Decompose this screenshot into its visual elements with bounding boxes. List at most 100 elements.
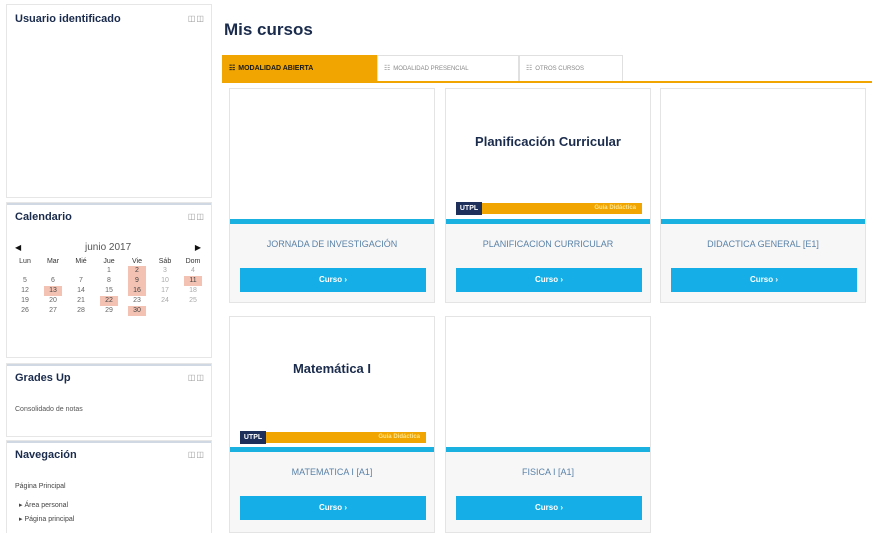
calendar-day[interactable]: 10	[151, 276, 179, 286]
course-name[interactable]: MATEMATICA I [A1]	[230, 467, 434, 477]
calendar-day[interactable]: 7	[67, 276, 95, 286]
calendar-day-number: 20	[49, 297, 57, 304]
course-tabs: ☷ MODALIDAD ABIERTA ☷ MODALIDAD PRESENCIAL…	[222, 55, 872, 83]
calendar-day[interactable]: 9	[123, 276, 151, 286]
calendar-day[interactable]: 11	[179, 276, 207, 286]
course-card[interactable]: JORNADA DE INVESTIGACIÓN Curso ›	[229, 88, 435, 303]
calendar-day-number: 21	[77, 297, 85, 304]
calendar-weekday: Lun	[19, 257, 31, 265]
block-control-icon[interactable]: ◫◫	[188, 373, 205, 382]
calendar-month: junio 2017	[85, 242, 132, 253]
course-button[interactable]: Curso ›	[456, 268, 642, 292]
calendar-day[interactable]: 15	[95, 286, 123, 296]
calendar-day[interactable]: 22	[95, 296, 123, 306]
calendar-day-number: 25	[189, 297, 197, 304]
calendar-day[interactable]: 16	[123, 286, 151, 296]
course-button[interactable]: Curso ›	[456, 496, 642, 520]
calendar-day[interactable]: 4	[179, 266, 207, 276]
calendar-day[interactable]: 19	[11, 296, 39, 306]
block-control-icon[interactable]: ◫◫	[188, 450, 205, 459]
calendar-day[interactable]: 25	[179, 296, 207, 306]
navigation-block: Navegación ◫◫ Página Principal ▸ Área pe…	[6, 440, 212, 533]
calendar-day[interactable]: 28	[67, 306, 95, 316]
calendar-day[interactable]: 24	[151, 296, 179, 306]
calendar-day-number: 23	[133, 297, 141, 304]
course-cover	[446, 317, 650, 447]
course-card[interactable]: FISICA I [A1] Curso ›	[445, 316, 651, 533]
calendar-weekday: Dom	[185, 257, 201, 265]
calendar-day-number: 11	[184, 276, 202, 286]
calendar-weekday: Jue	[103, 257, 115, 265]
calendar-day[interactable]: 27	[39, 306, 67, 316]
list-icon: ☷	[229, 65, 236, 72]
calendar-weekday: Sáb	[158, 257, 172, 265]
calendar-day[interactable]: 1	[95, 266, 123, 276]
cover-title: Matemática I	[292, 361, 372, 376]
calendar-day[interactable]: 17	[151, 286, 179, 296]
calendar-day[interactable]: 13	[39, 286, 67, 296]
guide-label: Guía Didáctica	[378, 434, 420, 440]
calendar-day	[67, 266, 95, 276]
course-card[interactable]: Matemática I UTPL Guía Didáctica MATEMAT…	[229, 316, 435, 533]
calendar-day-number: 8	[107, 277, 111, 284]
calendar-day-number: 13	[44, 286, 62, 296]
course-card[interactable]: Planificación Curricular UTPL Guía Didác…	[445, 88, 651, 303]
next-month-icon[interactable]: ▶	[195, 243, 201, 252]
course-name[interactable]: FISICA I [A1]	[446, 467, 650, 477]
calendar-day-number: 2	[128, 266, 146, 276]
calendar-day[interactable]: 29	[95, 306, 123, 316]
course-cover: Planificación Curricular UTPL Guía Didác…	[446, 89, 650, 219]
brand-strip: UTPL Guía Didáctica	[240, 431, 426, 444]
block-control-icon[interactable]: ◫◫	[188, 212, 205, 221]
nav-item-home[interactable]: Página Principal	[15, 483, 66, 490]
calendar-day[interactable]: 20	[39, 296, 67, 306]
grades-link[interactable]: Consolidado de notas	[15, 406, 83, 413]
calendar-day-number: 24	[161, 297, 169, 304]
block-control-icon[interactable]: ◫◫	[188, 14, 205, 23]
course-name[interactable]: PLANIFICACION CURRICULAR	[446, 239, 650, 249]
calendar-day	[151, 306, 179, 316]
calendar-day[interactable]: 2	[123, 266, 151, 276]
nav-item-personal-area[interactable]: ▸ Área personal	[19, 501, 68, 509]
course-name[interactable]: JORNADA DE INVESTIGACIÓN	[230, 239, 434, 249]
prev-month-icon[interactable]: ◀	[15, 243, 21, 252]
divider	[7, 364, 211, 366]
cover-title: Planificación Curricular	[475, 134, 621, 149]
course-button[interactable]: Curso ›	[671, 268, 857, 292]
guide-label: Guía Didáctica	[594, 205, 636, 211]
calendar-day[interactable]: 21	[67, 296, 95, 306]
calendar-day[interactable]: 18	[179, 286, 207, 296]
calendar-block: Calendario ◫◫ ◀ junio 2017 ▶ Lun Mar Mié Ju…	[6, 202, 212, 358]
nav-item-main-page[interactable]: ▸ Página principal	[19, 515, 74, 523]
tab-modalidad-abierta[interactable]: ☷ MODALIDAD ABIERTA	[222, 55, 377, 81]
calendar-day[interactable]: 30	[123, 306, 151, 316]
calendar-day[interactable]: 12	[11, 286, 39, 296]
calendar-day-number: 22	[100, 296, 118, 306]
calendar-day[interactable]: 6	[39, 276, 67, 286]
calendar-day-number: 28	[77, 307, 85, 314]
calendar-day[interactable]: 3	[151, 266, 179, 276]
calendar-day[interactable]: 23	[123, 296, 151, 306]
user-block: Usuario identificado ◫◫	[6, 4, 212, 198]
navigation-title: Navegación	[15, 449, 77, 461]
divider	[7, 203, 211, 205]
calendar-day[interactable]: 8	[95, 276, 123, 286]
tab-modalidad-presencial[interactable]: ☷ MODALIDAD PRESENCIAL	[377, 55, 519, 81]
calendar-day[interactable]: 14	[67, 286, 95, 296]
calendar-day[interactable]: 26	[11, 306, 39, 316]
tab-otros-cursos[interactable]: ☷ OTROS CURSOS	[519, 55, 623, 81]
calendar-day-number: 5	[23, 277, 27, 284]
calendar-day-number: 14	[77, 287, 85, 294]
grades-title: Grades Up	[15, 372, 71, 384]
course-name[interactable]: DIDACTICA GENERAL [E1]	[661, 239, 865, 249]
calendar-day-number: 10	[161, 277, 169, 284]
course-card[interactable]: DIDACTICA GENERAL [E1] Curso ›	[660, 88, 866, 303]
course-button[interactable]: Curso ›	[240, 268, 426, 292]
calendar-day-number: 30	[128, 306, 146, 316]
course-button[interactable]: Curso ›	[240, 496, 426, 520]
card-accent-bar	[446, 219, 650, 224]
left-sidebar: Usuario identificado ◫◫ Calendario ◫◫ ◀ …	[6, 0, 212, 533]
calendar-day[interactable]: 5	[11, 276, 39, 286]
calendar-grid: Lun Mar Mié Jue Vie Sáb Dom 1 2 3 4 5 6 7 8 9 10 11 12 13 1…	[11, 256, 207, 316]
card-accent-bar	[230, 219, 434, 224]
